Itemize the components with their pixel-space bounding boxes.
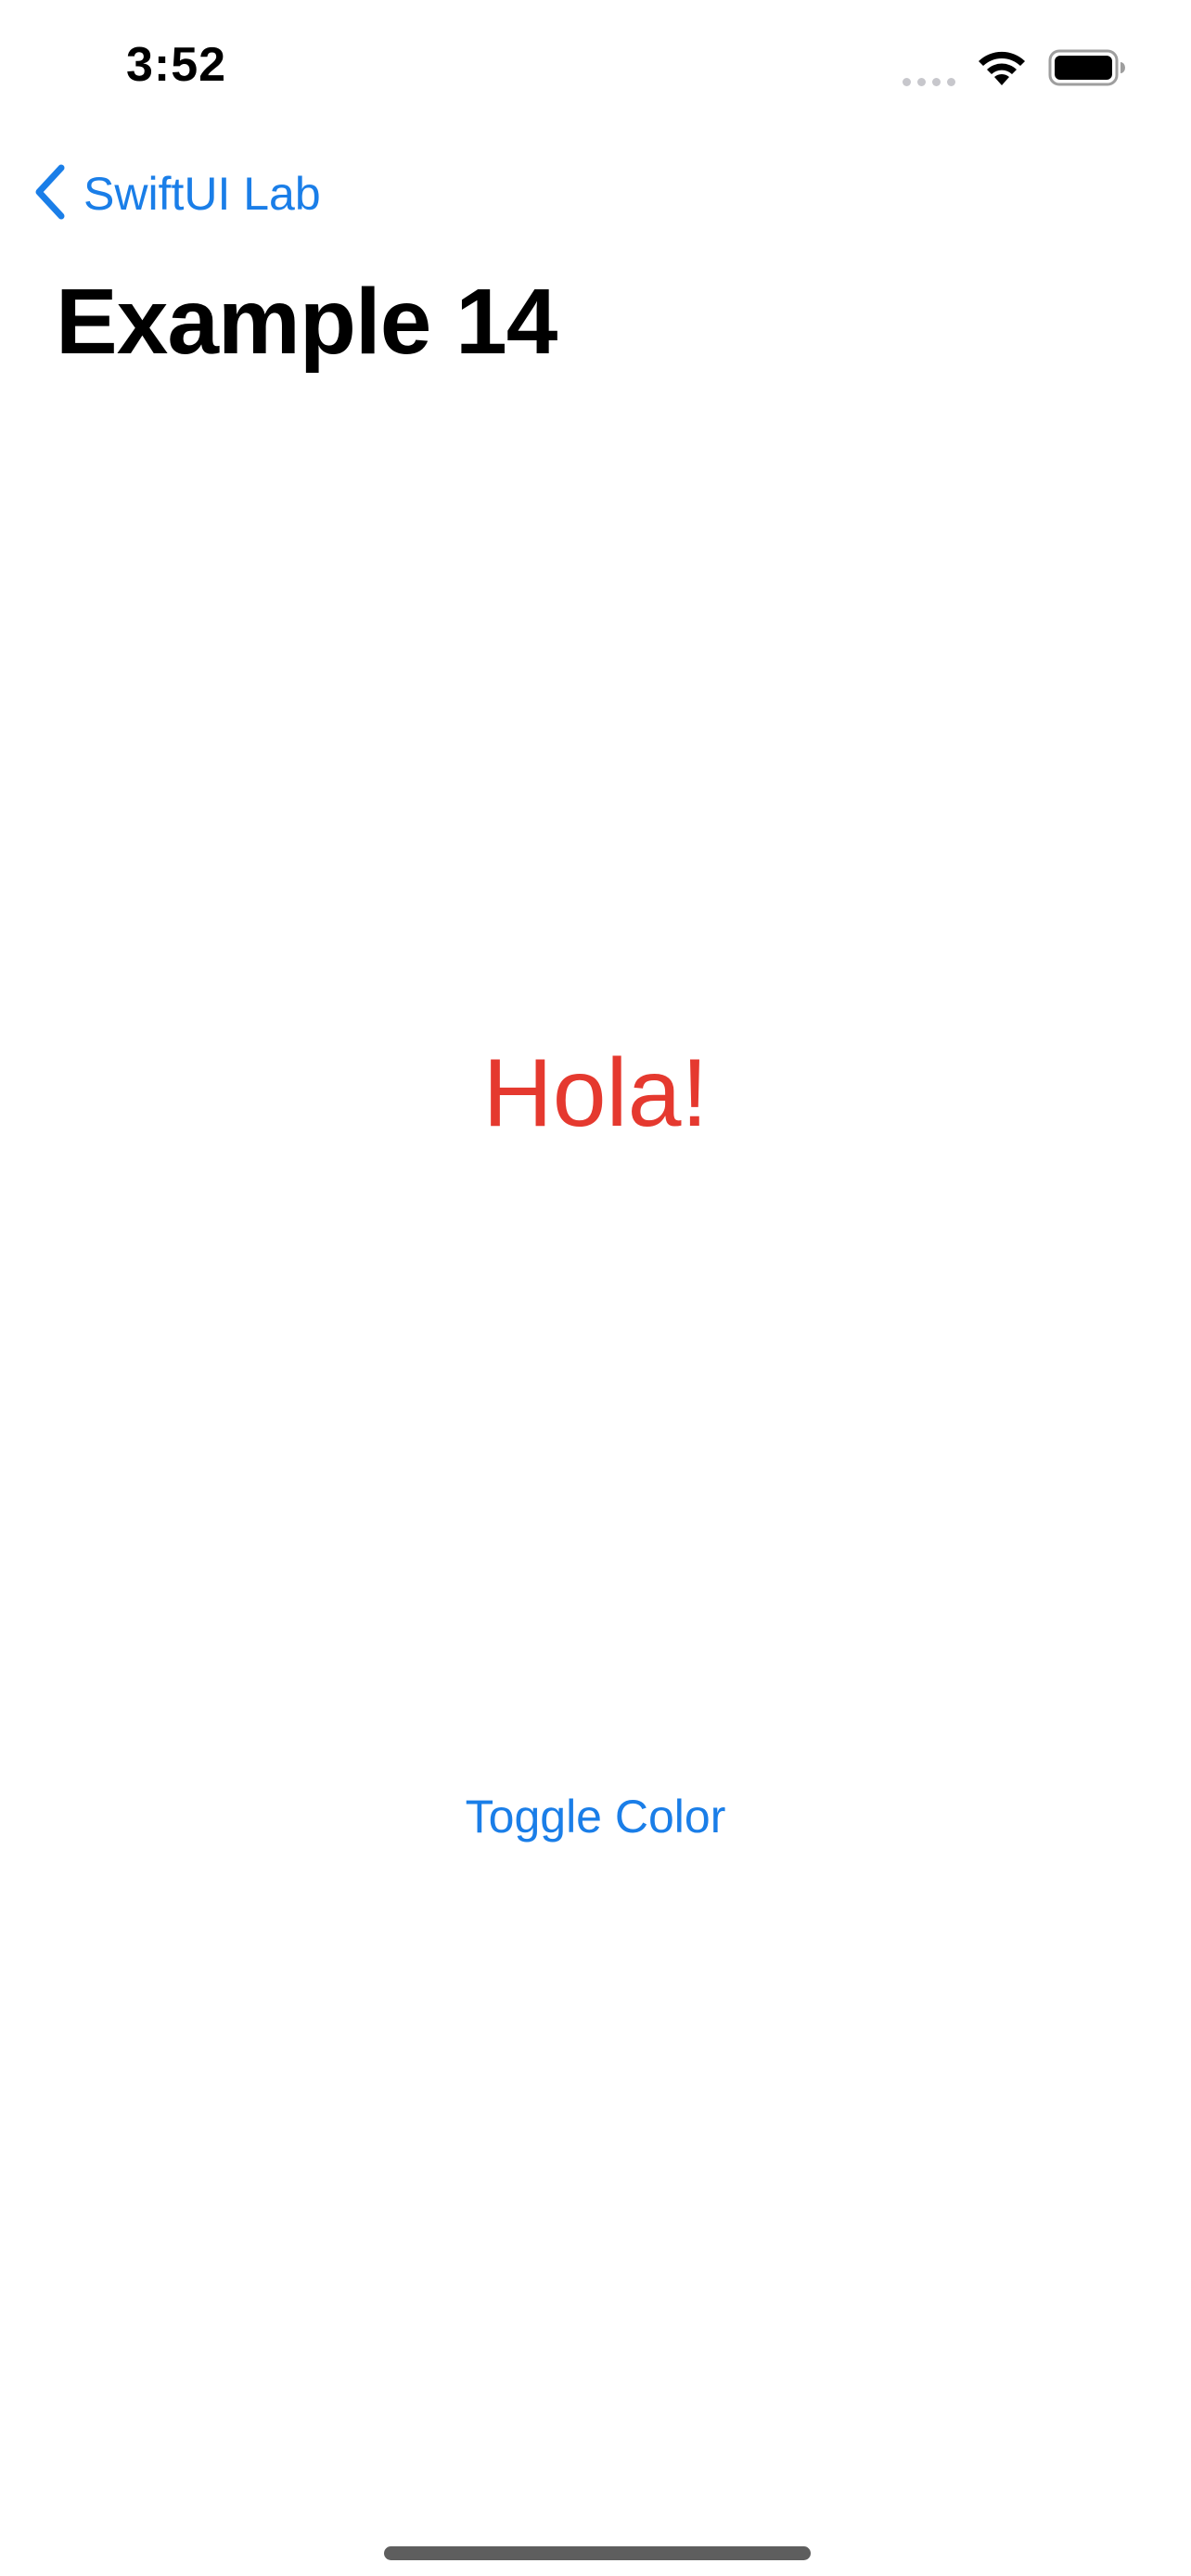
chevron-left-icon [33, 164, 67, 224]
toggle-color-button[interactable]: Toggle Color [466, 1791, 726, 1843]
back-button[interactable]: SwiftUI Lab [33, 161, 321, 226]
status-bar: 3:52 [0, 0, 1191, 139]
page-title: Example 14 [56, 270, 557, 374]
battery-icon [1048, 48, 1126, 87]
wifi-icon [976, 48, 1028, 87]
status-time: 3:52 [126, 38, 227, 92]
greeting-text: Hola! [482, 1039, 709, 1147]
signal-icon [903, 49, 955, 86]
toggle-color-button-row: Toggle Color [0, 1790, 1191, 1843]
home-indicator[interactable] [384, 2546, 811, 2560]
back-button-label: SwiftUI Lab [83, 168, 321, 220]
status-icons [903, 46, 1126, 89]
